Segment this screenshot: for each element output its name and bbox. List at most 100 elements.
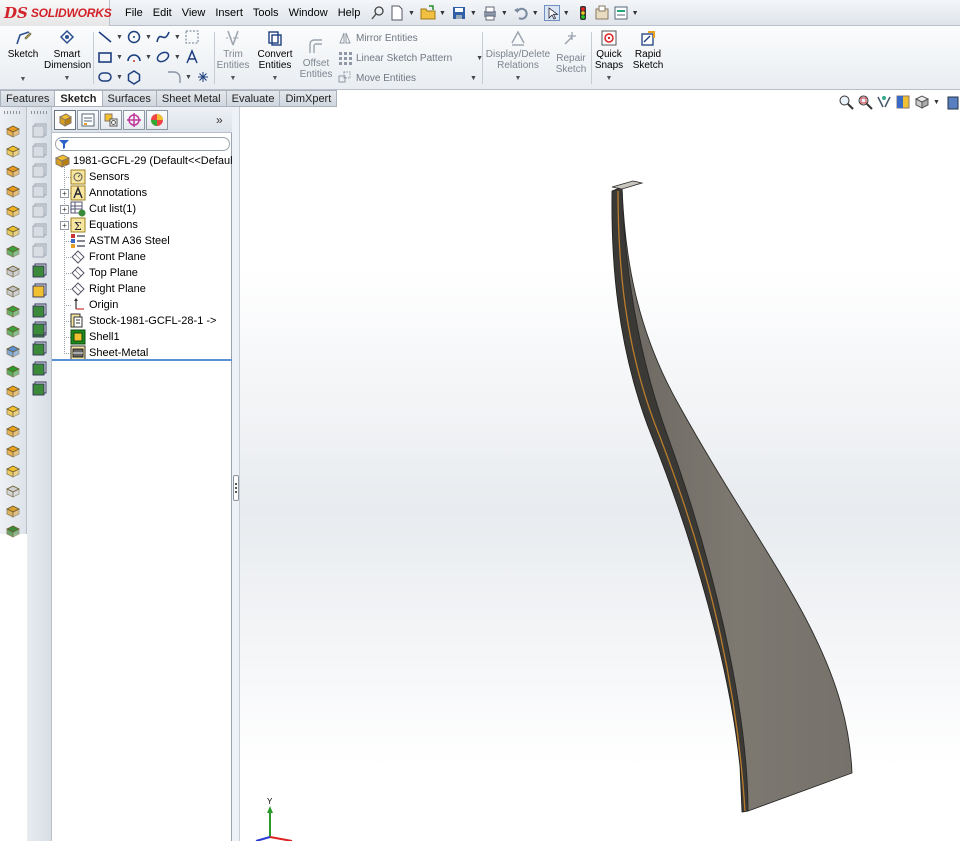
offset-entities-button[interactable]: Offset Entities (298, 38, 334, 80)
slot-icon[interactable] (97, 69, 113, 85)
dome-icon[interactable] (5, 443, 21, 459)
linear-sketch-pattern-button[interactable]: Linear Sketch Pattern ▼ (338, 51, 483, 65)
lofted-boss-icon[interactable] (5, 183, 21, 199)
select-dropdown-icon[interactable]: ▼ (563, 10, 570, 17)
toolbar-grip[interactable] (31, 111, 49, 114)
feature-tree-filter[interactable] (55, 137, 230, 151)
rectangle-dropdown-icon[interactable]: ▼ (116, 54, 123, 61)
wrap-icon[interactable] (5, 423, 21, 439)
base-flange-icon[interactable] (31, 123, 47, 139)
swept-cut-icon[interactable] (5, 283, 21, 299)
splitter-handle[interactable] (233, 475, 239, 501)
flatten-icon[interactable] (31, 341, 47, 357)
tree-item[interactable]: Top Plane (70, 265, 138, 281)
rebuild-traffic-light-icon[interactable] (575, 5, 591, 21)
zoom-to-area-icon[interactable] (857, 94, 873, 110)
display-delete-relations-button[interactable]: Display/Delete Relations ▼ (485, 29, 551, 84)
tree-item[interactable]: ASTM A36 Steel (70, 233, 170, 249)
jog-icon[interactable] (31, 243, 47, 259)
sketch-button[interactable]: Sketch ▼ (4, 29, 42, 85)
solidworks-logo[interactable]: DS SOLIDWORKS (0, 0, 112, 26)
line-icon[interactable] (97, 29, 113, 45)
file-properties-icon[interactable] (594, 5, 610, 21)
cross-break-icon[interactable] (31, 283, 47, 299)
repair-sketch-button[interactable]: Repair Sketch (554, 29, 588, 75)
options-icon[interactable] (613, 5, 629, 21)
point-icon[interactable] (195, 69, 211, 85)
tree-item[interactable]: Origin (70, 297, 118, 313)
swept-boss-icon[interactable] (5, 163, 21, 179)
tree-expand-icon[interactable]: + (60, 221, 69, 230)
slot-dropdown-icon[interactable]: ▼ (116, 74, 123, 81)
tree-item[interactable]: Annotations (70, 185, 147, 201)
pushpin-icon[interactable] (370, 5, 386, 21)
spline-icon[interactable] (155, 29, 171, 45)
boundary-boss-icon[interactable] (5, 203, 21, 219)
sketch-dropdown-icon[interactable]: ▼ (4, 74, 42, 85)
move-dropdown-icon[interactable]: ▼ (470, 75, 477, 82)
rip-icon[interactable] (31, 381, 47, 397)
line-dropdown-icon[interactable]: ▼ (116, 34, 123, 41)
tab-sheet-metal[interactable]: Sheet Metal (156, 90, 227, 107)
smart-dimension-button[interactable]: Smart Dimension ▼ (44, 29, 91, 84)
sheet-metal-part[interactable] (611, 180, 853, 813)
spline-dropdown-icon[interactable]: ▼ (174, 34, 181, 41)
tree-expand-icon[interactable]: + (60, 189, 69, 198)
view-orientation-dropdown-icon[interactable]: ▼ (933, 99, 940, 106)
smart-dimension-dropdown-icon[interactable]: ▼ (44, 73, 90, 84)
feature-manager-tab[interactable] (54, 110, 76, 130)
extruded-cut-icon[interactable] (5, 223, 21, 239)
circle-dropdown-icon[interactable]: ▼ (145, 34, 152, 41)
ellipse-icon[interactable] (155, 49, 171, 65)
tree-item[interactable]: Right Plane (70, 281, 146, 297)
print-dropdown-icon[interactable]: ▼ (501, 10, 508, 17)
rollback-bar[interactable] (52, 359, 232, 361)
convert-dropdown-icon[interactable]: ▼ (254, 73, 296, 84)
mirror-feature-icon[interactable] (5, 463, 21, 479)
panel-splitter[interactable] (232, 107, 240, 841)
circle-icon[interactable] (126, 29, 142, 45)
miter-flange-icon[interactable] (31, 203, 47, 219)
shell-feature-icon[interactable] (5, 403, 21, 419)
tree-root-part[interactable]: 1981-GCFL-29 (Default<<Default> (54, 153, 242, 169)
display-manager-tab[interactable] (146, 110, 168, 130)
text-icon[interactable] (184, 49, 200, 65)
select-arrow-icon[interactable] (543, 5, 560, 21)
instant3d-icon[interactable] (5, 523, 21, 539)
new-dropdown-icon[interactable]: ▼ (408, 10, 415, 17)
tab-evaluate[interactable]: Evaluate (226, 90, 281, 107)
menu-help[interactable]: Help (333, 7, 366, 19)
tree-item[interactable]: Σ Equations (70, 217, 138, 233)
menu-insert[interactable]: Insert (210, 7, 248, 19)
toolbar-grip[interactable] (4, 111, 22, 114)
no-bends-icon[interactable] (31, 361, 47, 377)
graphics-area[interactable]: Y (240, 107, 960, 841)
fold-icon[interactable] (31, 321, 47, 337)
fillet-dropdown-icon[interactable]: ▼ (185, 74, 192, 81)
fillet-icon[interactable] (166, 69, 182, 85)
mirror-entities-button[interactable]: Mirror Entities (338, 31, 418, 45)
options-dropdown-icon[interactable]: ▼ (632, 10, 639, 17)
open-dropdown-icon[interactable]: ▼ (439, 10, 446, 17)
ellipse-dropdown-icon[interactable]: ▼ (174, 54, 181, 61)
tree-item[interactable]: Stock-1981-GCFL-28-1 -> (70, 313, 216, 329)
zoom-to-fit-icon[interactable] (838, 94, 854, 110)
undo-icon[interactable] (513, 5, 529, 21)
extruded-boss-icon[interactable] (5, 123, 21, 139)
save-dropdown-icon[interactable]: ▼ (470, 10, 477, 17)
trim-dropdown-icon[interactable]: ▼ (216, 73, 250, 84)
open-folder-icon[interactable] (420, 5, 436, 21)
configuration-manager-tab[interactable] (100, 110, 122, 130)
new-document-icon[interactable] (389, 5, 405, 21)
property-manager-tab[interactable] (77, 110, 99, 130)
print-icon[interactable] (482, 5, 498, 21)
tab-features[interactable]: Features (0, 90, 56, 107)
linear-pattern-feature-icon[interactable] (5, 343, 21, 359)
revolved-cut-icon[interactable] (5, 263, 21, 279)
sketched-bend-icon[interactable] (31, 263, 47, 279)
dimxpert-manager-tab[interactable] (123, 110, 145, 130)
rectangle-icon[interactable] (97, 49, 113, 65)
polygon-icon[interactable] (126, 69, 142, 85)
hem-icon[interactable] (31, 223, 47, 239)
fillet-feature-icon[interactable] (5, 323, 21, 339)
